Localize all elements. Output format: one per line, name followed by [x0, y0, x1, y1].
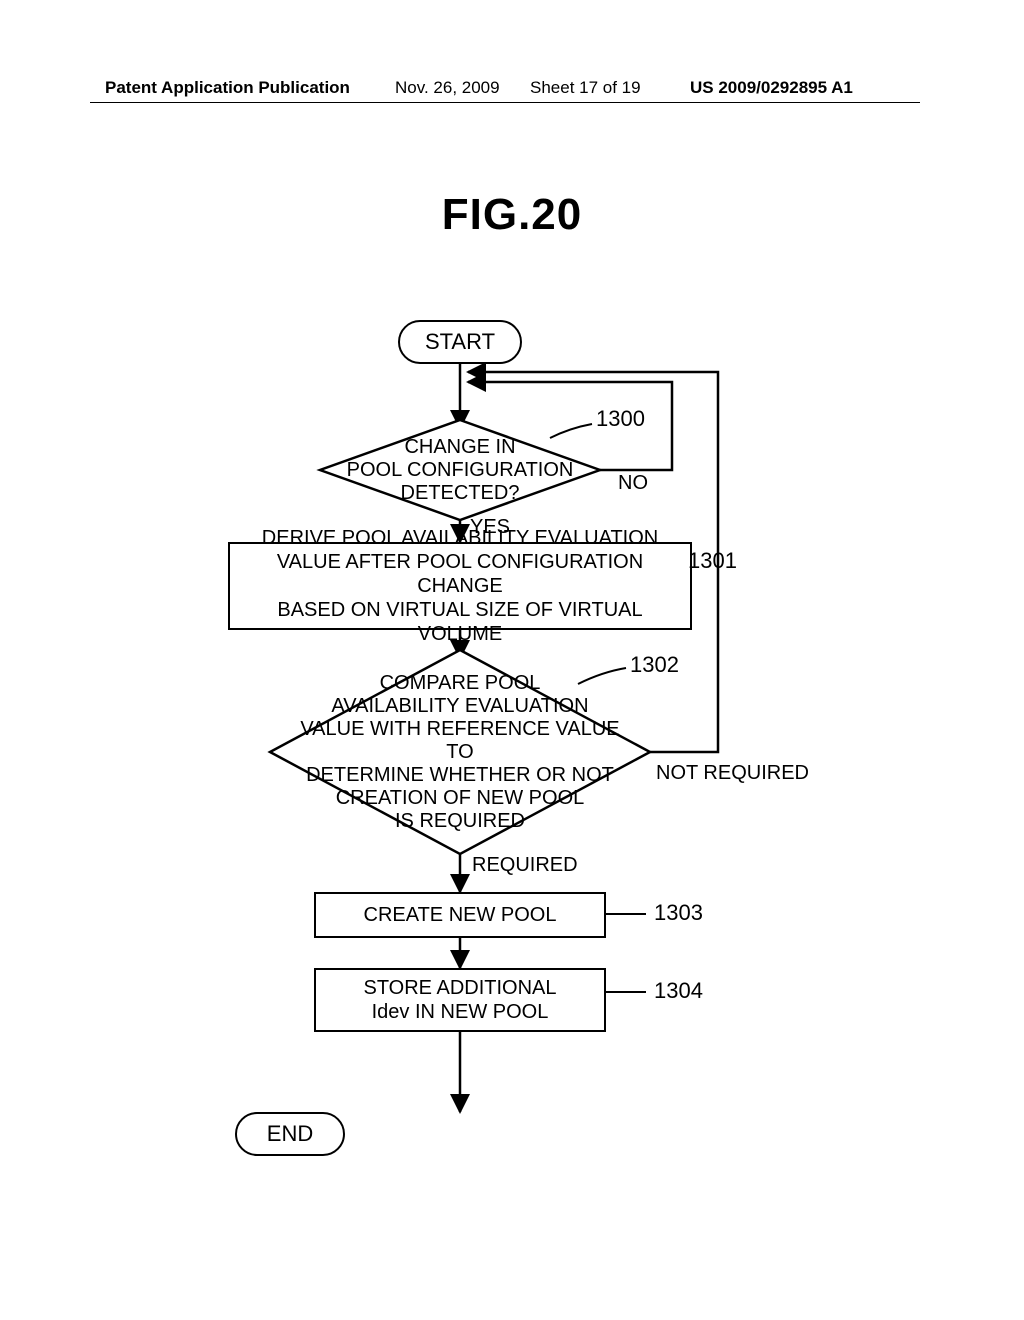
process-1304-text: STORE ADDITIONAL Idev IN NEW POOL: [363, 976, 556, 1024]
header-rule: [90, 102, 920, 103]
edge-1302-req: REQUIRED: [472, 854, 578, 877]
start-label: START: [425, 329, 495, 355]
ref-1303: 1303: [654, 900, 703, 926]
header-pubno: US 2009/0292895 A1: [690, 78, 853, 98]
figure-title: FIG.20: [0, 190, 1024, 240]
edge-1300-no: NO: [618, 472, 648, 495]
process-1301: DERIVE POOL AVAILABILITY EVALUATION VALU…: [228, 542, 692, 630]
ref-1304: 1304: [654, 978, 703, 1004]
process-1301-text: DERIVE POOL AVAILABILITY EVALUATION VALU…: [236, 526, 684, 646]
ref-1300: 1300: [596, 406, 645, 432]
flowchart: START CHANGE IN POOL CONFIGURATION DETEC…: [140, 320, 880, 1160]
process-1303-text: CREATE NEW POOL: [364, 903, 557, 927]
process-1303: CREATE NEW POOL: [314, 892, 606, 938]
process-1304: STORE ADDITIONAL Idev IN NEW POOL: [314, 968, 606, 1032]
flow-connectors: [140, 320, 880, 1160]
header-publication: Patent Application Publication: [105, 78, 350, 98]
end-label: END: [267, 1121, 313, 1147]
header-date: Nov. 26, 2009: [395, 78, 500, 98]
ref-1301: 1301: [688, 548, 737, 574]
start-terminator: START: [398, 320, 522, 364]
ref-1302: 1302: [630, 652, 679, 678]
header-sheet: Sheet 17 of 19: [530, 78, 641, 98]
end-terminator: END: [235, 1112, 345, 1156]
edge-1302-notreq: NOT REQUIRED: [656, 762, 809, 785]
edge-1300-yes: YES: [470, 516, 510, 539]
